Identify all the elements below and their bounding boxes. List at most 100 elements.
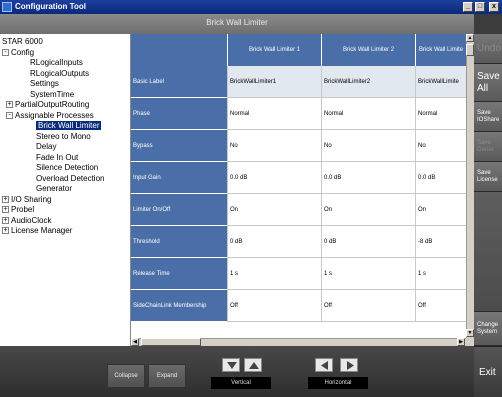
window-title: Configuration Tool (15, 2, 86, 11)
action-column-spacer (474, 192, 502, 312)
tree-item-label: Fade In Out (36, 152, 79, 162)
scroll-right-icon[interactable]: ▶ (457, 338, 465, 346)
tree-item[interactable]: STAR 6000 (2, 37, 43, 47)
tree-item[interactable]: + I/O Sharing (2, 195, 51, 205)
vertical-scroll-thumb[interactable] (466, 44, 474, 56)
tree-item[interactable]: RLogicalOutputs (30, 69, 89, 79)
horizontal-scroll-thumb[interactable] (141, 338, 201, 346)
arrow-up-icon (249, 362, 259, 369)
tree-item-label: SystemTime (30, 89, 75, 99)
row-header: Release Time (131, 258, 227, 290)
tree-item[interactable]: Stereo to Mono (36, 132, 91, 142)
grid-cell[interactable]: On (227, 194, 321, 226)
tree-item-label: Generator (36, 184, 73, 193)
arrow-up-button[interactable] (244, 358, 262, 372)
row-header: Threshold (131, 226, 227, 258)
expand-node-icon[interactable]: + (2, 206, 9, 213)
change-system-button[interactable]: Change System (474, 312, 502, 346)
grid-cell[interactable]: BrickWallLimiter2 (321, 66, 415, 98)
tree-item-label: Config (11, 47, 35, 57)
collapse-node-icon[interactable]: - (2, 48, 9, 56)
grid-cell[interactable]: Normal (227, 98, 321, 130)
scroll-down-icon[interactable]: ▼ (466, 329, 474, 337)
grid-cell[interactable]: 1 s (227, 258, 321, 290)
maximize-button[interactable]: □ (475, 2, 485, 12)
grid-cell[interactable]: Off (227, 290, 321, 322)
horizontal-label: Horizontal (308, 377, 368, 389)
expand-node-icon[interactable]: + (2, 216, 9, 224)
tree-item[interactable]: + PartialOutputRouting (6, 100, 89, 110)
grid-cell[interactable]: -8 dB (415, 226, 466, 258)
close-button[interactable]: x (489, 2, 499, 12)
collapse-node-icon[interactable]: - (6, 111, 13, 119)
tree-item-label: RLogicalOutputs (30, 68, 90, 78)
tree-item-label: Brick Wall Limiter (36, 121, 102, 130)
grid-cell[interactable]: No (227, 130, 321, 162)
grid-cell[interactable]: 0.0 dB (321, 162, 415, 194)
tree-item[interactable]: Silence Detection (36, 163, 98, 173)
collapse-button[interactable]: Collapse (107, 364, 145, 388)
grid-cell[interactable]: 0.0 dB (415, 162, 466, 194)
grid-cell[interactable]: 0.0 dB (227, 162, 321, 194)
arrow-right-button[interactable] (340, 358, 358, 372)
expand-button[interactable]: Expand (148, 364, 186, 388)
grid-cell[interactable]: Normal (321, 98, 415, 130)
grid-cell[interactable]: 1 s (415, 258, 466, 290)
grid-cell[interactable]: BrickWallLimite (415, 66, 466, 98)
tree-item[interactable]: - Assignable Processes (6, 111, 94, 121)
tree-item[interactable]: Settings (30, 79, 59, 89)
horizontal-scrollbar[interactable]: ◀ ▶ (131, 338, 466, 346)
grid-corner (131, 34, 227, 66)
expand-node-icon[interactable]: + (6, 101, 13, 108)
column-header[interactable]: Brick Wall Limiter 2 (321, 34, 415, 66)
tree-item[interactable]: Fade In Out (36, 153, 78, 163)
grid-cell[interactable]: Off (321, 290, 415, 322)
tree-item[interactable]: Generator (36, 184, 72, 194)
column-header[interactable]: Brick Wall Limite (415, 34, 466, 66)
expand-node-icon[interactable]: + (2, 227, 9, 234)
tree-item[interactable]: RLogicalInputs (30, 58, 83, 68)
column-header[interactable]: Brick Wall Limiter 1 (227, 34, 321, 66)
grid-cell[interactable]: 0 dB (321, 226, 415, 258)
expand-node-icon[interactable]: + (2, 195, 9, 203)
panel-header: Brick Wall Limiter (0, 14, 474, 34)
tree-item-label: Silence Detection (36, 163, 99, 172)
tree-item-label: Settings (30, 79, 59, 88)
tree-item-label: Assignable Processes (15, 110, 94, 120)
tree-item[interactable]: - Config (2, 48, 34, 58)
tree-item[interactable]: SystemTime (30, 90, 74, 100)
tree-item-label: RLogicalInputs (30, 58, 83, 67)
tree-item-label: STAR 6000 (2, 37, 43, 46)
tree-item[interactable]: + Probel (2, 205, 34, 215)
grid-cell[interactable]: Off (415, 290, 466, 322)
grid-cell[interactable]: 1 s (321, 258, 415, 290)
tree-item[interactable]: Brick Wall Limiter (36, 121, 102, 131)
tree-item[interactable]: + License Manager (2, 226, 72, 236)
tree-item[interactable]: Delay (36, 142, 56, 152)
grid-cell[interactable]: No (321, 130, 415, 162)
grid-cell[interactable]: 0 dB (227, 226, 321, 258)
tree-item[interactable]: Overload Detection (36, 174, 104, 184)
row-header: Bypass (131, 130, 227, 162)
exit-button[interactable]: Exit (474, 346, 502, 397)
grid-cell[interactable]: On (321, 194, 415, 226)
save-generator-button[interactable]: Save Gener (474, 132, 502, 162)
tree-item-label: Delay (36, 142, 57, 151)
arrow-left-icon (321, 361, 328, 370)
save-all-button[interactable]: Save All (474, 64, 502, 102)
grid-cell[interactable]: No (415, 130, 466, 162)
undo-button[interactable]: Undo (474, 34, 502, 64)
arrow-left-button[interactable] (315, 358, 333, 372)
arrow-down-button[interactable] (222, 358, 240, 372)
tree-item-label: AudioClock (11, 215, 52, 225)
grid-cell[interactable]: On (415, 194, 466, 226)
tree-item[interactable]: + AudioClock (2, 216, 51, 226)
minimize-button[interactable]: _ (463, 2, 473, 12)
scroll-up-icon[interactable]: ▲ (466, 34, 474, 42)
scroll-left-icon[interactable]: ◀ (131, 338, 139, 346)
save-ioshare-button[interactable]: Save IOShare (474, 102, 502, 132)
vertical-scrollbar[interactable]: ▲ ▼ (466, 34, 474, 338)
grid-cell[interactable]: BrickWallLimiter1 (227, 66, 321, 98)
grid-cell[interactable]: Normal (415, 98, 466, 130)
save-license-button[interactable]: Save License (474, 162, 502, 192)
